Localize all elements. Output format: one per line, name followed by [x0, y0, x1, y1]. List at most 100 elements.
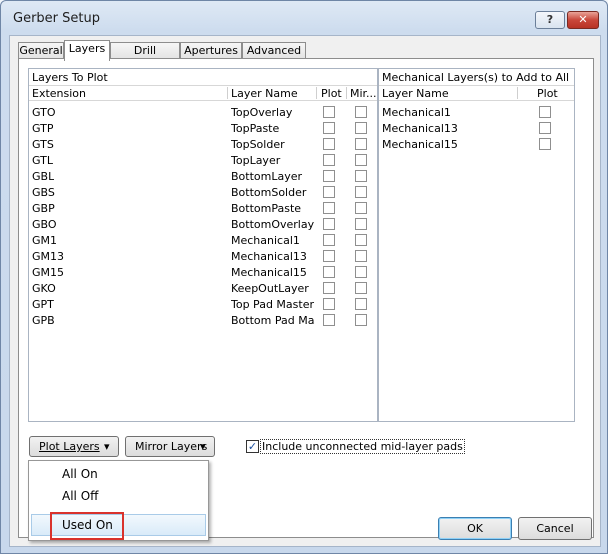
- menu-item-all-on[interactable]: All On: [62, 463, 98, 485]
- plot-layers-button[interactable]: Plot Layers ▾: [29, 436, 119, 457]
- include-unconnected-checkbox[interactable]: ✓: [246, 440, 259, 453]
- mirror-layers-button[interactable]: Mirror Layers ▾: [125, 436, 215, 457]
- row-layer-name: TopLayer: [231, 154, 281, 167]
- column-separator[interactable]: [517, 87, 518, 99]
- row-extension: GTP: [32, 122, 54, 135]
- chevron-down-icon: ▾: [200, 440, 206, 453]
- plot-checkbox[interactable]: [323, 186, 335, 198]
- mirror-layers-label: Mirror Layers: [135, 440, 208, 453]
- gerber-setup-dialog: Gerber Setup ? ✕ General Layers Drill Dr…: [0, 0, 608, 554]
- cancel-button[interactable]: Cancel: [518, 517, 592, 540]
- mirror-checkbox[interactable]: [355, 106, 367, 118]
- column-separator[interactable]: [346, 87, 347, 99]
- mirror-checkbox[interactable]: [355, 202, 367, 214]
- table-row[interactable]: GTS TopSolder: [30, 137, 376, 153]
- table-row[interactable]: GBL BottomLayer: [30, 169, 376, 185]
- plot-checkbox[interactable]: [323, 250, 335, 262]
- tab-drill-drawing[interactable]: Drill Drawing: [110, 42, 180, 72]
- table-row[interactable]: Mechanical15: [380, 137, 573, 153]
- mirror-checkbox[interactable]: [355, 154, 367, 166]
- mirror-checkbox[interactable]: [355, 170, 367, 182]
- table-row[interactable]: GM13 Mechanical13: [30, 249, 376, 265]
- row-layer-name: Mechanical13: [231, 250, 307, 263]
- tab-general[interactable]: General: [18, 42, 64, 59]
- table-row[interactable]: GTP TopPaste: [30, 121, 376, 137]
- table-row[interactable]: Mechanical1: [380, 105, 573, 121]
- row-mech-layer-name: Mechanical13: [382, 122, 458, 135]
- column-separator[interactable]: [227, 87, 228, 99]
- row-layer-name: Mechanical15: [231, 266, 307, 279]
- table-row[interactable]: GTL TopLayer: [30, 153, 376, 169]
- row-layer-name: Bottom Pad Master: [231, 314, 315, 327]
- row-extension: GTL: [32, 154, 53, 167]
- tab-layers[interactable]: Layers: [64, 40, 110, 61]
- mirror-checkbox[interactable]: [355, 186, 367, 198]
- column-header-extension[interactable]: Extension: [32, 87, 86, 100]
- plot-checkbox[interactable]: [323, 202, 335, 214]
- mirror-checkbox[interactable]: [355, 218, 367, 230]
- row-extension: GBP: [32, 202, 55, 215]
- row-layer-name: TopOverlay: [231, 106, 293, 119]
- row-extension: GM15: [32, 266, 65, 279]
- plot-checkbox[interactable]: [323, 314, 335, 326]
- plot-checkbox[interactable]: [323, 218, 335, 230]
- row-layer-name: BottomSolder: [231, 186, 307, 199]
- ok-button[interactable]: OK: [438, 517, 512, 540]
- include-unconnected-label[interactable]: Include unconnected mid-layer pads: [260, 439, 465, 454]
- plot-checkbox[interactable]: [323, 122, 335, 134]
- mech-plot-checkbox[interactable]: [539, 138, 551, 150]
- row-extension: GM1: [32, 234, 58, 247]
- close-button[interactable]: ✕: [567, 11, 599, 29]
- mirror-checkbox[interactable]: [355, 122, 367, 134]
- plot-checkbox[interactable]: [323, 106, 335, 118]
- table-row[interactable]: GPB Bottom Pad Master: [30, 313, 376, 329]
- mirror-checkbox[interactable]: [355, 266, 367, 278]
- row-layer-name: BottomOverlay: [231, 218, 315, 231]
- plot-checkbox[interactable]: [323, 138, 335, 150]
- row-extension: GKO: [32, 282, 56, 295]
- tab-apertures[interactable]: Apertures: [180, 42, 242, 59]
- menu-item-all-off[interactable]: All Off: [62, 485, 98, 507]
- mirror-checkbox[interactable]: [355, 234, 367, 246]
- mirror-checkbox[interactable]: [355, 314, 367, 326]
- help-button[interactable]: ?: [535, 11, 565, 29]
- mech-plot-checkbox[interactable]: [539, 122, 551, 134]
- plot-checkbox[interactable]: [323, 298, 335, 310]
- column-separator[interactable]: [316, 87, 317, 99]
- plot-checkbox[interactable]: [323, 234, 335, 246]
- table-row[interactable]: GBO BottomOverlay: [30, 217, 376, 233]
- row-extension: GPB: [32, 314, 55, 327]
- table-row[interactable]: GBP BottomPaste: [30, 201, 376, 217]
- column-header-plot[interactable]: Plot: [321, 87, 342, 100]
- column-header-mech-plot[interactable]: Plot: [537, 87, 558, 100]
- table-row[interactable]: Mechanical13: [380, 121, 573, 137]
- table-row[interactable]: GBS BottomSolder: [30, 185, 376, 201]
- table-row[interactable]: GTO TopOverlay: [30, 105, 376, 121]
- table-row[interactable]: GM15 Mechanical15: [30, 265, 376, 281]
- mirror-checkbox[interactable]: [355, 138, 367, 150]
- mirror-checkbox[interactable]: [355, 250, 367, 262]
- layers-to-plot-group: Layers To Plot Extension Layer Name Plot…: [28, 68, 378, 422]
- plot-checkbox[interactable]: [323, 282, 335, 294]
- tab-advanced[interactable]: Advanced: [242, 42, 306, 59]
- row-extension: GM13: [32, 250, 65, 263]
- title-bar[interactable]: Gerber Setup ? ✕: [1, 1, 607, 35]
- plot-checkbox[interactable]: [323, 266, 335, 278]
- window-title: Gerber Setup: [13, 11, 100, 26]
- mirror-checkbox[interactable]: [355, 282, 367, 294]
- table-row[interactable]: GPT Top Pad Master: [30, 297, 376, 313]
- column-header-mech-layer-name[interactable]: Layer Name: [382, 87, 449, 100]
- chevron-down-icon: ▾: [104, 440, 110, 453]
- plot-checkbox[interactable]: [323, 154, 335, 166]
- column-header-layer-name[interactable]: Layer Name: [231, 87, 298, 100]
- column-header-mirror[interactable]: Mir...: [350, 87, 377, 100]
- mirror-checkbox[interactable]: [355, 298, 367, 310]
- table-row[interactable]: GKO KeepOutLayer: [30, 281, 376, 297]
- table-row[interactable]: GM1 Mechanical1: [30, 233, 376, 249]
- row-layer-name: TopPaste: [231, 122, 280, 135]
- row-layer-name: BottomLayer: [231, 170, 303, 183]
- mech-plot-checkbox[interactable]: [539, 106, 551, 118]
- plot-checkbox[interactable]: [323, 170, 335, 182]
- row-extension: GTS: [32, 138, 54, 151]
- mechanical-layers-group: Mechanical Layers(s) to Add to All Plots…: [378, 68, 575, 422]
